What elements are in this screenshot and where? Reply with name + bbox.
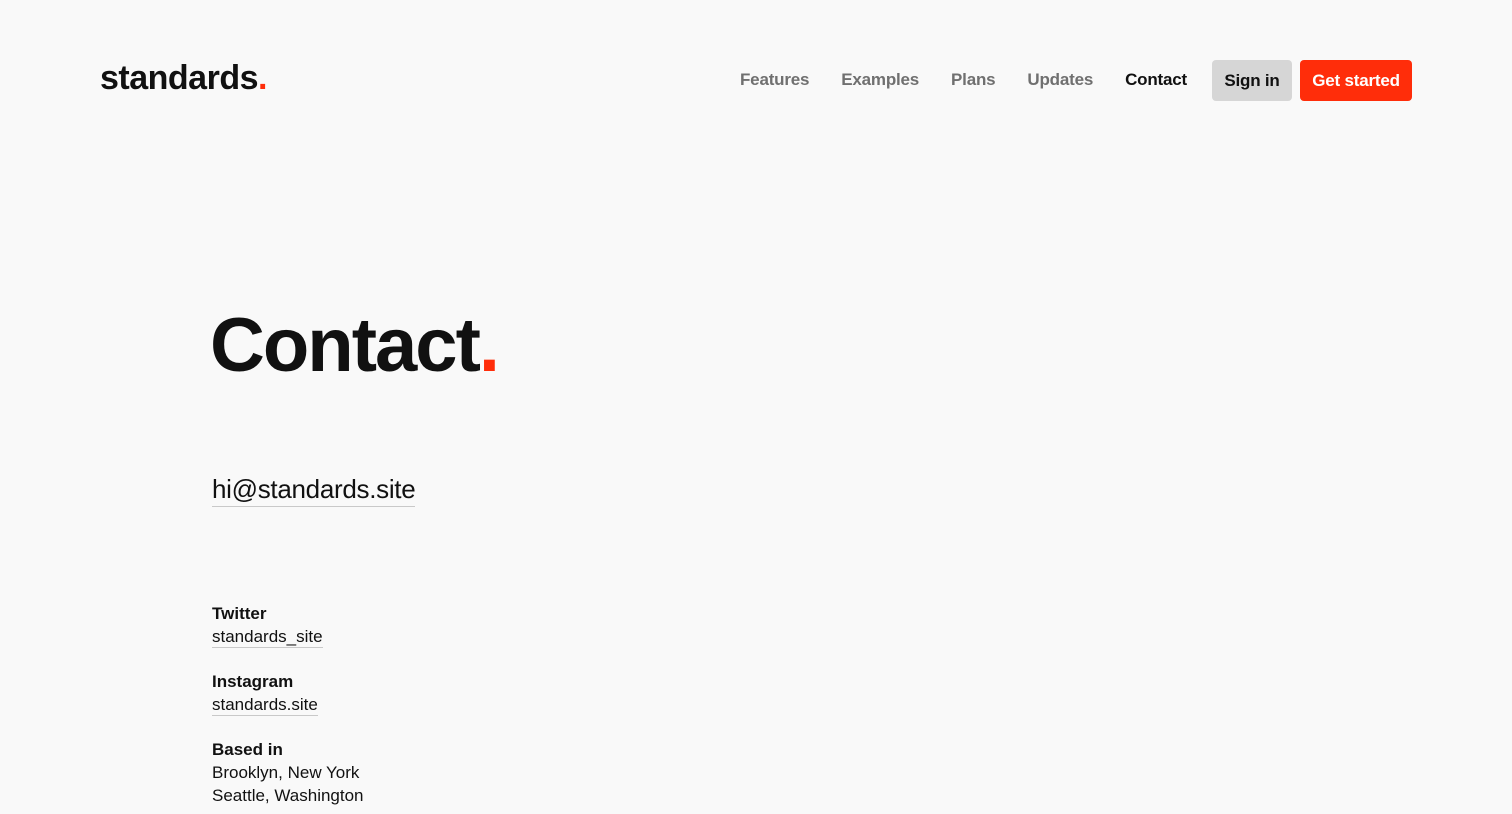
contact-email-link[interactable]: hi@standards.site: [212, 472, 416, 507]
instagram-label: Instagram: [212, 672, 294, 691]
based-in-label: Based in: [212, 740, 283, 759]
nav-features[interactable]: Features: [740, 68, 809, 92]
twitter-handle-link[interactable]: standards_site: [212, 626, 323, 648]
nav-updates[interactable]: Updates: [1027, 68, 1093, 92]
nav-contact[interactable]: Contact: [1125, 68, 1187, 92]
logo-text: standards: [100, 59, 259, 97]
instagram-handle-link[interactable]: standards.site: [212, 694, 318, 716]
location-seattle: Seattle, Washington: [212, 786, 364, 805]
page-title: Contact.: [210, 302, 500, 390]
main-nav: Features Examples Plans Updates Contact: [740, 68, 1187, 92]
nav-plans[interactable]: Plans: [951, 68, 996, 92]
page-title-text: Contact: [210, 303, 481, 388]
site-logo[interactable]: standards.: [100, 56, 267, 100]
twitter-section: Twitter standards_site: [212, 602, 323, 648]
logo-accent-dot: .: [258, 59, 267, 97]
nav-examples[interactable]: Examples: [841, 68, 919, 92]
get-started-button[interactable]: Get started: [1300, 60, 1412, 101]
based-in-section: Based in Brooklyn, New York Seattle, Was…: [212, 738, 364, 807]
contact-page: standards. Features Examples Plans Updat…: [0, 0, 1512, 814]
page-title-accent-dot: .: [478, 303, 500, 388]
twitter-label: Twitter: [212, 604, 267, 623]
location-brooklyn: Brooklyn, New York: [212, 763, 360, 782]
sign-in-button[interactable]: Sign in: [1212, 60, 1292, 101]
instagram-section: Instagram standards.site: [212, 670, 318, 716]
